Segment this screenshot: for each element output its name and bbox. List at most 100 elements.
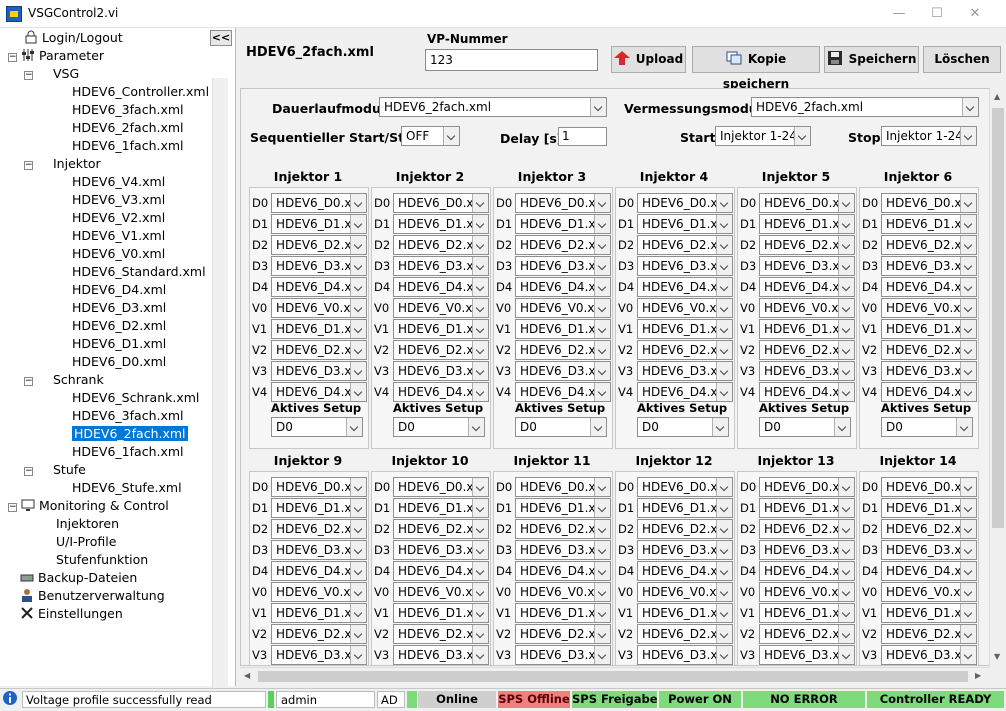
injector-profile-select[interactable]: HDEV6_V0.x [393, 582, 489, 602]
collapse-toggle-icon[interactable]: − [24, 377, 33, 386]
copy-save-button[interactable]: Kopie speichern [692, 46, 820, 91]
injector-profile-select[interactable]: HDEV6_D1.x [637, 214, 733, 234]
injector-profile-select[interactable]: HDEV6_D3.x [393, 645, 489, 665]
injector-profile-select[interactable]: HDEV6_D1.x [393, 603, 489, 623]
injector-profile-select[interactable]: HDEV6_D2.x [271, 624, 367, 644]
injector-profile-select[interactable]: HDEV6_D2.x [393, 340, 489, 360]
injector-profile-select[interactable]: HDEV6_D4.x [637, 277, 733, 297]
tree-item[interactable]: HDEV6_2fach.xml [72, 425, 188, 443]
injector-profile-select[interactable]: HDEV6_V0.x [759, 582, 855, 602]
injector-profile-select[interactable]: HDEV6_D0.x [759, 477, 855, 497]
injector-profile-select[interactable]: HDEV6_D2.x [881, 624, 977, 644]
tree-item[interactable]: − Parameter [8, 47, 104, 65]
injector-profile-select[interactable]: HDEV6_V0.x [271, 298, 367, 318]
injector-profile-select[interactable]: HDEV6_D2.x [271, 340, 367, 360]
tree-item[interactable]: Login/Logout [24, 29, 123, 47]
injector-profile-select[interactable]: HDEV6_D1.x [881, 603, 977, 623]
injector-profile-select[interactable]: HDEV6_D1.x [393, 319, 489, 339]
active-setup-select[interactable]: D0 [271, 417, 363, 437]
main-vertical-scrollbar[interactable]: ▲ ▼ [989, 88, 1006, 666]
tree-item[interactable]: HDEV6_V3.xml [72, 191, 165, 209]
injector-profile-select[interactable]: HDEV6_D4.x [881, 277, 977, 297]
tree-item[interactable]: − Schrank [24, 371, 104, 389]
start-select[interactable]: Injektor 1-24 [715, 126, 811, 146]
injector-profile-select[interactable]: HDEV6_V0.x [881, 582, 977, 602]
injector-profile-select[interactable]: HDEV6_D1.x [637, 603, 733, 623]
collapse-toggle-icon[interactable]: − [24, 467, 33, 476]
injector-profile-select[interactable]: HDEV6_D2.x [393, 624, 489, 644]
injector-profile-select[interactable]: HDEV6_D3.x [759, 256, 855, 276]
scroll-left-icon[interactable]: ◀ [244, 671, 250, 680]
injector-profile-select[interactable]: HDEV6_D3.x [271, 361, 367, 381]
scroll-right-icon[interactable]: ▶ [975, 671, 981, 680]
injector-profile-select[interactable]: HDEV6_D2.x [515, 519, 611, 539]
injector-profile-select[interactable]: HDEV6_D3.x [393, 540, 489, 560]
injector-profile-select[interactable]: HDEV6_D4.x [759, 277, 855, 297]
injector-profile-select[interactable]: HDEV6_D2.x [637, 624, 733, 644]
delay-input[interactable]: 1 [558, 127, 607, 146]
injector-profile-select[interactable]: HDEV6_D4.x [271, 382, 367, 402]
collapse-toggle-icon[interactable]: − [24, 161, 33, 170]
active-setup-select[interactable]: D0 [393, 417, 485, 437]
tree-item[interactable]: HDEV6_V2.xml [72, 209, 165, 227]
tree-item[interactable]: HDEV6_3fach.xml [72, 101, 184, 119]
injector-profile-select[interactable]: HDEV6_D1.x [759, 603, 855, 623]
injector-profile-select[interactable]: HDEV6_D4.x [515, 561, 611, 581]
dauerlauf-select[interactable]: HDEV6_2fach.xml [379, 97, 607, 117]
injector-profile-select[interactable]: HDEV6_D4.x [515, 277, 611, 297]
injector-profile-select[interactable]: HDEV6_D4.x [881, 382, 977, 402]
injector-profile-select[interactable]: HDEV6_D0.x [637, 193, 733, 213]
injector-profile-select[interactable]: HDEV6_D3.x [759, 645, 855, 665]
injector-profile-select[interactable]: HDEV6_D4.x [759, 561, 855, 581]
injector-profile-select[interactable]: HDEV6_D1.x [637, 498, 733, 518]
injector-profile-select[interactable]: HDEV6_D3.x [637, 540, 733, 560]
injector-profile-select[interactable]: HDEV6_D1.x [881, 214, 977, 234]
scroll-thumb[interactable] [992, 108, 1004, 528]
injector-profile-select[interactable]: HDEV6_V0.x [515, 298, 611, 318]
tree-item[interactable]: Benutzerverwaltung [20, 587, 165, 605]
injector-profile-select[interactable]: HDEV6_D3.x [515, 540, 611, 560]
injector-profile-select[interactable]: HDEV6_D2.x [881, 340, 977, 360]
injector-profile-select[interactable]: HDEV6_D3.x [271, 645, 367, 665]
tree-item[interactable]: − Stufe [24, 461, 86, 479]
tree-item[interactable]: Einstellungen [20, 605, 123, 623]
injector-profile-select[interactable]: HDEV6_D0.x [515, 193, 611, 213]
injector-profile-select[interactable]: HDEV6_D3.x [393, 361, 489, 381]
tree-item[interactable]: HDEV6_2fach.xml [72, 119, 184, 137]
injector-profile-select[interactable]: HDEV6_D1.x [515, 319, 611, 339]
tree-item[interactable]: HDEV6_V0.xml [72, 245, 165, 263]
tree-item[interactable]: HDEV6_1fach.xml [72, 137, 184, 155]
injector-profile-select[interactable]: HDEV6_D3.x [759, 540, 855, 560]
injector-profile-select[interactable]: HDEV6_D3.x [637, 361, 733, 381]
injector-profile-select[interactable]: HDEV6_D2.x [515, 235, 611, 255]
injector-profile-select[interactable]: HDEV6_D1.x [759, 319, 855, 339]
injector-profile-select[interactable]: HDEV6_D0.x [393, 477, 489, 497]
active-setup-select[interactable]: D0 [881, 417, 973, 437]
tree-item[interactable]: Backup-Dateien [20, 569, 137, 587]
injector-profile-select[interactable]: HDEV6_D0.x [271, 477, 367, 497]
injector-profile-select[interactable]: HDEV6_D0.x [515, 477, 611, 497]
injector-profile-select[interactable]: HDEV6_D2.x [393, 519, 489, 539]
injector-profile-select[interactable]: HDEV6_D0.x [637, 477, 733, 497]
tree-item[interactable]: − Injektor [24, 155, 101, 173]
injector-profile-select[interactable]: HDEV6_D4.x [271, 561, 367, 581]
tree-item[interactable]: HDEV6_D0.xml [72, 353, 166, 371]
tree-item[interactable]: HDEV6_D1.xml [72, 335, 166, 353]
minimize-button[interactable]: — [884, 4, 914, 24]
injector-profile-select[interactable]: HDEV6_D4.x [515, 382, 611, 402]
collapse-sidebar-button[interactable]: << [210, 30, 232, 46]
injector-profile-select[interactable]: HDEV6_D3.x [881, 361, 977, 381]
injector-profile-select[interactable]: HDEV6_D1.x [515, 498, 611, 518]
injector-profile-select[interactable]: HDEV6_D2.x [759, 624, 855, 644]
injector-profile-select[interactable]: HDEV6_D1.x [393, 498, 489, 518]
active-setup-select[interactable]: D0 [759, 417, 851, 437]
save-button[interactable]: Speichern [824, 46, 919, 73]
injector-profile-select[interactable]: HDEV6_V0.x [637, 298, 733, 318]
tree-item[interactable]: − Monitoring & Control [8, 497, 169, 515]
tree-item[interactable]: HDEV6_Standard.xml [72, 263, 206, 281]
injector-profile-select[interactable]: HDEV6_D1.x [271, 319, 367, 339]
tree-item[interactable]: HDEV6_Stufe.xml [72, 479, 182, 497]
vp-number-input[interactable]: 123 [425, 49, 598, 71]
injector-profile-select[interactable]: HDEV6_D2.x [271, 235, 367, 255]
tree-item[interactable]: HDEV6_V4.xml [72, 173, 165, 191]
